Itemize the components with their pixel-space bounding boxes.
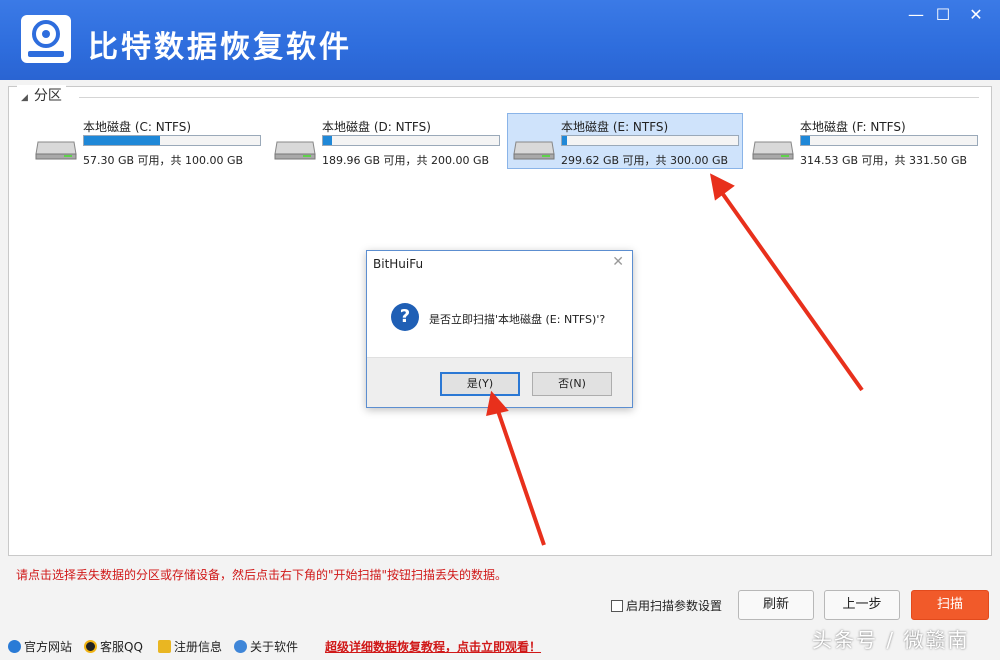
drive-info: 299.62 GB 可用，共 300.00 GB — [561, 154, 729, 167]
partition-heading-label: 分区 — [33, 88, 62, 104]
official-website-link[interactable]: 官方网站 — [8, 638, 72, 655]
watermark: 头条号 / 微赣南 — [812, 628, 970, 652]
ie-globe-icon — [8, 640, 21, 653]
about-software-label: 关于软件 — [250, 640, 299, 654]
confirm-dialog: BitHuiFu ✕ ? 是否立即扫描'本地磁盘 (E: NTFS)'? 是(Y… — [366, 250, 633, 408]
support-qq-link[interactable]: 客服QQ — [84, 638, 143, 655]
info-globe-icon — [234, 640, 247, 653]
scan-button[interactable]: 扫描 — [911, 590, 989, 620]
tutorial-link[interactable]: 超级详细数据恢复教程，点击立即观看！ — [325, 638, 541, 655]
drive-e[interactable]: 本地磁盘 (E: NTFS) 299.62 GB 可用，共 300.00 GB — [507, 113, 743, 169]
question-icon: ? — [391, 303, 419, 331]
partition-heading[interactable]: ◢ 分区 — [17, 85, 66, 105]
title-bar: 比特数据恢复软件 — ☐ ✕ — [0, 0, 1000, 80]
dialog-title: BitHuiFu — [373, 257, 424, 271]
hard-disk-icon — [274, 141, 316, 160]
instruction-hint: 请点击选择丢失数据的分区或存储设备，然后点击右下角的"开始扫描"按钮扫描丢失的数… — [16, 568, 508, 582]
refresh-button[interactable]: 刷新 — [738, 590, 814, 620]
checkbox-box[interactable] — [611, 599, 623, 612]
app-logo-icon — [21, 15, 71, 63]
maximize-button[interactable]: ☐ — [930, 4, 956, 26]
qq-penguin-icon — [84, 640, 97, 653]
drive-name: 本地磁盘 (E: NTFS) — [561, 120, 669, 134]
drive-name: 本地磁盘 (C: NTFS) — [83, 120, 192, 134]
official-website-label: 官方网站 — [24, 640, 73, 654]
dialog-button-bar: 是(Y) 否(N) — [367, 357, 632, 407]
drive-info: 314.53 GB 可用，共 331.50 GB — [800, 154, 968, 167]
minimize-button[interactable]: — — [903, 4, 929, 26]
register-info-label: 注册信息 — [174, 640, 223, 654]
dialog-message: 是否立即扫描'本地磁盘 (E: NTFS)'? — [429, 313, 606, 326]
drive-usage-fill — [562, 136, 568, 145]
about-software-link[interactable]: 关于软件 — [234, 638, 298, 655]
drive-usage-bar — [800, 135, 978, 146]
scan-params-label: 启用扫描参数设置 — [626, 599, 723, 613]
hard-disk-icon — [752, 141, 794, 160]
divider — [79, 97, 979, 98]
app-title: 比特数据恢复软件 — [88, 30, 352, 65]
drive-name: 本地磁盘 (F: NTFS) — [800, 120, 906, 134]
register-info-link[interactable]: 注册信息 — [158, 638, 222, 655]
key-icon — [158, 640, 171, 653]
drive-usage-fill — [84, 136, 160, 145]
drive-usage-bar — [83, 135, 261, 146]
scan-params-checkbox[interactable]: 启用扫描参数设置 — [611, 597, 722, 614]
drive-usage-fill — [801, 136, 810, 145]
dialog-no-button[interactable]: 否(N) — [532, 372, 612, 396]
hard-disk-icon — [513, 141, 555, 160]
drive-usage-bar — [561, 135, 739, 146]
drive-d[interactable]: 本地磁盘 (D: NTFS) 189.96 GB 可用，共 200.00 GB — [268, 113, 504, 169]
drive-info: 57.30 GB 可用，共 100.00 GB — [83, 154, 244, 167]
close-button[interactable]: ✕ — [963, 4, 989, 26]
drive-name: 本地磁盘 (D: NTFS) — [322, 120, 431, 134]
collapse-triangle-icon[interactable]: ◢ — [21, 93, 28, 103]
drive-usage-bar — [322, 135, 500, 146]
hard-disk-icon — [35, 141, 77, 160]
drive-info: 189.96 GB 可用，共 200.00 GB — [322, 154, 490, 167]
drive-f[interactable]: 本地磁盘 (F: NTFS) 314.53 GB 可用，共 331.50 GB — [746, 113, 982, 169]
dialog-yes-button[interactable]: 是(Y) — [440, 372, 520, 396]
drive-usage-fill — [323, 136, 332, 145]
drive-c[interactable]: 本地磁盘 (C: NTFS) 57.30 GB 可用，共 100.00 GB — [29, 113, 265, 169]
previous-step-button[interactable]: 上一步 — [824, 590, 900, 620]
support-qq-label: 客服QQ — [100, 640, 143, 654]
dialog-close-icon[interactable]: ✕ — [612, 254, 624, 270]
